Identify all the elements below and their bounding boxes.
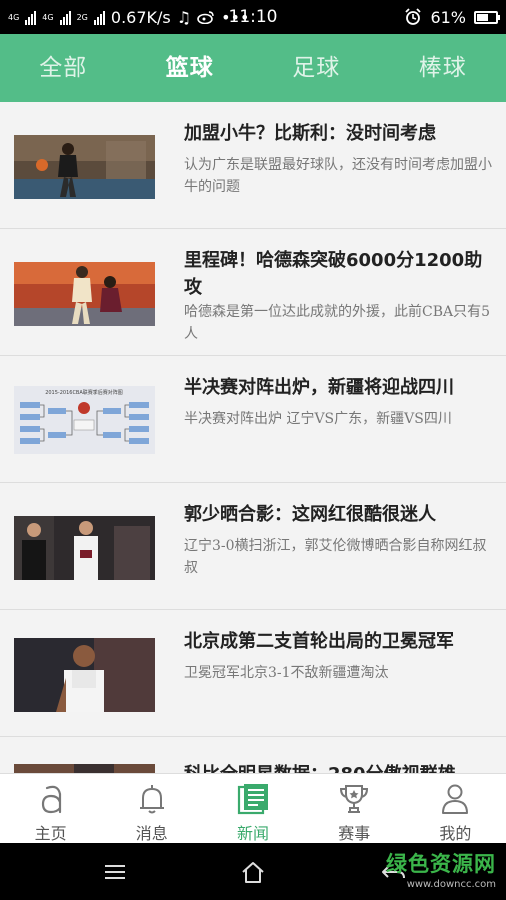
tab-all[interactable]: 全部	[0, 34, 127, 102]
news-desc: 哈德森是第一位达此成就的外援，此前CBA只有5人	[184, 304, 491, 342]
bell-icon	[139, 785, 164, 814]
news-desc: 辽宁3-0横扫浙江，郭艾伦微博晒合影自称网红叔叔	[184, 538, 487, 576]
news-item[interactable]: 北京成第二支首轮出局的卫冕冠军 卫冕冠军北京3-1不敌新疆遭淘汰	[0, 610, 506, 737]
news-item[interactable]: 里程碑！哈德森突破6000分1200助攻 哈德森是第一位达此成就的外援，此前CB…	[0, 229, 506, 356]
status-bar: 4G 4G 2G 0.67K/s ♫ ••• 11:10 61%	[0, 0, 506, 34]
menu-icon[interactable]	[100, 857, 130, 887]
profile-icon	[442, 784, 469, 814]
bottom-nav: 主页 消息 新闻 赛事 我的	[0, 773, 506, 844]
tab-football[interactable]: 足球	[253, 34, 380, 102]
news-thumbnail	[14, 135, 155, 199]
nav-home[interactable]: 主页	[0, 774, 101, 844]
news-thumbnail	[14, 638, 155, 712]
news-title: 北京成第二支首轮出局的卫冕冠军	[184, 631, 454, 652]
bracket-caption: 2015-2016CBA联赛季后赛对阵图	[45, 389, 123, 396]
watermark: 绿色资源网 www.downcc.com	[386, 848, 496, 890]
category-tabs: 全部 篮球 足球 棒球	[0, 34, 506, 102]
news-thumbnail	[14, 262, 155, 326]
news-title: 科比全明星数据：280分傲视群雄	[184, 761, 492, 773]
news-title: 郭少晒合影：这网红很酷很迷人	[184, 504, 436, 525]
watermark-url: www.downcc.com	[406, 879, 496, 890]
battery-percent: 61%	[430, 7, 466, 27]
battery-icon	[474, 10, 500, 24]
trophy-icon	[340, 785, 369, 813]
nav-news[interactable]: 新闻	[202, 774, 303, 844]
news-thumbnail: 2015-2016CBA联赛季后赛对阵图	[14, 386, 155, 454]
news-desc: 认为广东是联盟最好球队，还没有时间考虑加盟小牛的问题	[184, 157, 492, 195]
news-title: 里程碑！哈德森突破6000分1200助攻	[184, 250, 483, 298]
nav-profile[interactable]: 我的	[405, 774, 506, 844]
news-icon	[237, 784, 268, 815]
nav-label: 赛事	[338, 824, 371, 843]
news-item[interactable]: 科比全明星数据：280分傲视群雄	[0, 737, 506, 773]
news-desc: 卫冕冠军北京3-1不敌新疆遭淘汰	[184, 665, 389, 681]
home-system-icon[interactable]	[238, 857, 268, 887]
news-thumbnail	[14, 516, 155, 580]
home-icon	[41, 785, 61, 814]
alarm-icon	[405, 8, 422, 25]
watermark-title: 绿色资源网	[386, 852, 496, 876]
news-desc: 半决赛对阵出炉 辽宁VS广东，新疆VS四川	[184, 411, 452, 427]
news-thumbnail	[14, 764, 155, 773]
nav-label: 主页	[34, 824, 67, 843]
news-list: 加盟小牛？比斯利：没时间考虑 认为广东是联盟最好球队，还没有时间考虑加盟小牛的问…	[0, 102, 506, 773]
news-item[interactable]: 2015-2016CBA联赛季后赛对阵图 半决赛对阵出炉，新疆将迎战四川 半决赛…	[0, 356, 506, 483]
news-title: 加盟小牛？比斯利：没时间考虑	[184, 123, 436, 144]
news-item[interactable]: 加盟小牛？比斯利：没时间考虑 认为广东是联盟最好球队，还没有时间考虑加盟小牛的问…	[0, 102, 506, 229]
nav-label: 消息	[135, 824, 168, 843]
status-right: 61%	[404, 0, 500, 34]
tab-baseball[interactable]: 棒球	[380, 34, 506, 102]
news-item[interactable]: 郭少晒合影：这网红很酷很迷人 辽宁3-0横扫浙江，郭艾伦微博晒合影自称网红叔叔	[0, 483, 506, 610]
nav-label: 我的	[439, 824, 472, 843]
tab-basketball[interactable]: 篮球	[127, 34, 254, 102]
nav-messages[interactable]: 消息	[101, 774, 202, 844]
news-title: 半决赛对阵出炉，新疆将迎战四川	[184, 377, 454, 398]
nav-label: 新闻	[237, 824, 270, 843]
nav-matches[interactable]: 赛事	[304, 774, 405, 844]
